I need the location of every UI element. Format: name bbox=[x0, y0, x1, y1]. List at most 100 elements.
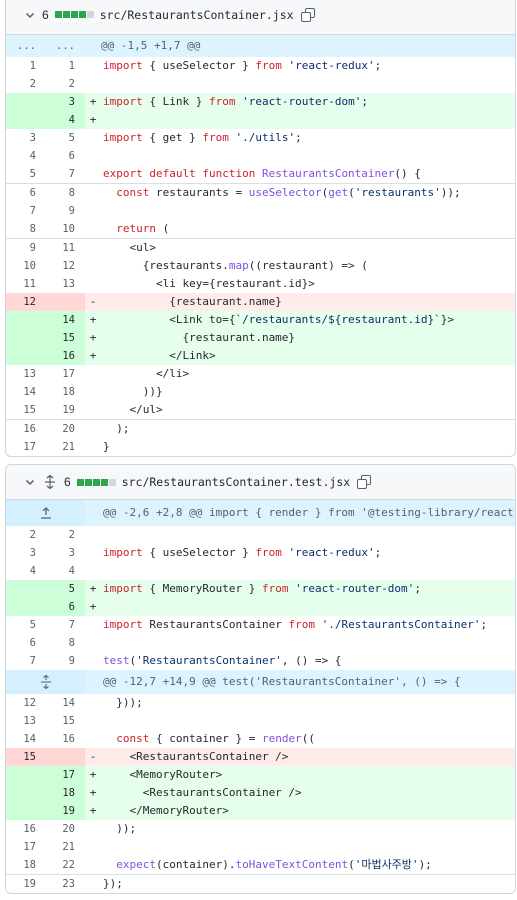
new-line-number[interactable]: 16 bbox=[46, 347, 85, 365]
new-line-number[interactable] bbox=[46, 748, 85, 766]
new-line-number[interactable]: 9 bbox=[46, 202, 85, 220]
new-line-number[interactable]: 4 bbox=[46, 562, 85, 580]
diff-marker bbox=[85, 526, 101, 544]
new-line-number[interactable] bbox=[46, 293, 85, 311]
diff-marker: + bbox=[89, 600, 97, 613]
expand-up-icon[interactable] bbox=[6, 500, 85, 526]
old-line-number[interactable]: 6 bbox=[6, 634, 46, 652]
old-line-number[interactable] bbox=[6, 347, 46, 365]
old-line-number[interactable]: 12 bbox=[6, 694, 46, 712]
old-line-number[interactable] bbox=[6, 311, 46, 329]
old-line-number[interactable] bbox=[6, 598, 46, 616]
old-line-number[interactable]: 4 bbox=[6, 562, 46, 580]
new-line-number[interactable]: 18 bbox=[46, 784, 85, 802]
new-line-number[interactable]: 18 bbox=[46, 383, 85, 401]
old-line-number[interactable]: 5 bbox=[6, 165, 46, 183]
old-line-number[interactable]: 2 bbox=[6, 75, 46, 93]
code-line: import { Link } from 'react-router-dom'; bbox=[103, 95, 368, 108]
copy-icon[interactable] bbox=[356, 474, 372, 490]
chevron-down-icon[interactable] bbox=[22, 474, 38, 490]
old-line-number[interactable]: 7 bbox=[6, 652, 46, 670]
new-line-number[interactable]: 19 bbox=[46, 401, 85, 419]
old-line-number[interactable]: 16 bbox=[6, 420, 46, 438]
new-line-number[interactable]: 22 bbox=[46, 856, 85, 874]
old-line-number[interactable] bbox=[6, 802, 46, 820]
old-line-number[interactable]: 9 bbox=[6, 239, 46, 257]
new-line-number[interactable]: 19 bbox=[46, 802, 85, 820]
new-line-number[interactable]: 12 bbox=[46, 257, 85, 275]
new-line-number[interactable]: 17 bbox=[46, 365, 85, 383]
chevron-down-icon[interactable] bbox=[22, 7, 38, 23]
old-line-number[interactable]: 10 bbox=[6, 257, 46, 275]
old-line-number[interactable]: 3 bbox=[6, 129, 46, 147]
new-line-number[interactable]: 17 bbox=[46, 766, 85, 784]
new-line-number[interactable]: 1 bbox=[46, 57, 85, 75]
old-line-number[interactable]: 12 bbox=[6, 293, 46, 311]
old-line-number[interactable]: 17 bbox=[6, 438, 46, 456]
new-line-number[interactable]: 7 bbox=[46, 616, 85, 634]
expand-all-icon[interactable] bbox=[42, 474, 58, 490]
old-line-number[interactable]: 1 bbox=[6, 57, 46, 75]
old-line-number[interactable]: 16 bbox=[6, 820, 46, 838]
old-line-number[interactable]: 14 bbox=[6, 730, 46, 748]
new-line-number[interactable]: 8 bbox=[46, 184, 85, 202]
new-line-number[interactable]: 6 bbox=[46, 598, 85, 616]
diff-line: 17 + <MemoryRouter> bbox=[6, 766, 515, 784]
old-line-number[interactable]: 5 bbox=[6, 616, 46, 634]
new-line-number[interactable]: 23 bbox=[46, 875, 85, 893]
old-line-number[interactable]: 8 bbox=[6, 220, 46, 238]
new-line-number[interactable]: 20 bbox=[46, 820, 85, 838]
new-line-number[interactable]: 3 bbox=[46, 93, 85, 111]
new-line-number[interactable]: 2 bbox=[46, 75, 85, 93]
old-line-number[interactable]: 6 bbox=[6, 184, 46, 202]
file-name[interactable]: src/RestaurantsContainer.test.jsx bbox=[122, 475, 350, 489]
new-line-number[interactable]: 14 bbox=[46, 311, 85, 329]
expand-both-icon[interactable] bbox=[6, 670, 85, 694]
new-line-number[interactable]: 2 bbox=[46, 526, 85, 544]
old-line-number[interactable]: 7 bbox=[6, 202, 46, 220]
diff-marker bbox=[85, 562, 101, 580]
diff-marker: + bbox=[89, 313, 97, 326]
old-line-number[interactable]: 3 bbox=[6, 544, 46, 562]
old-line-number[interactable]: 15 bbox=[6, 748, 46, 766]
new-line-number[interactable]: 20 bbox=[46, 420, 85, 438]
new-line-number[interactable]: 4 bbox=[46, 111, 85, 129]
old-line-number[interactable]: 15 bbox=[6, 401, 46, 419]
old-line-number[interactable] bbox=[6, 766, 46, 784]
new-line-number[interactable]: 21 bbox=[46, 438, 85, 456]
new-line-number[interactable]: 9 bbox=[46, 652, 85, 670]
new-line-number[interactable]: 7 bbox=[46, 165, 85, 183]
old-line-number[interactable]: 19 bbox=[6, 875, 46, 893]
old-line-number[interactable]: 2 bbox=[6, 526, 46, 544]
new-line-number[interactable]: 3 bbox=[46, 544, 85, 562]
old-line-number[interactable] bbox=[6, 784, 46, 802]
old-line-number[interactable] bbox=[6, 329, 46, 347]
new-line-number[interactable]: 5 bbox=[46, 129, 85, 147]
new-line-number[interactable]: 15 bbox=[46, 329, 85, 347]
old-line-number[interactable]: 13 bbox=[6, 712, 46, 730]
new-line-number[interactable]: 15 bbox=[46, 712, 85, 730]
new-line-number[interactable]: 13 bbox=[46, 275, 85, 293]
new-line-number[interactable]: 21 bbox=[46, 838, 85, 856]
old-line-number[interactable]: 4 bbox=[6, 147, 46, 165]
old-line-number[interactable]: 13 bbox=[6, 365, 46, 383]
copy-icon[interactable] bbox=[300, 7, 316, 23]
new-line-number[interactable]: 5 bbox=[46, 580, 85, 598]
new-line-number[interactable]: 11 bbox=[46, 239, 85, 257]
old-line-number[interactable]: 14 bbox=[6, 383, 46, 401]
new-line-number[interactable]: 6 bbox=[46, 147, 85, 165]
diff-line: 5 7 import RestaurantsContainer from './Re… bbox=[6, 616, 515, 634]
old-line-number[interactable] bbox=[6, 580, 46, 598]
file-name[interactable]: src/RestaurantsContainer.jsx bbox=[100, 8, 294, 22]
old-line-number[interactable]: 11 bbox=[6, 275, 46, 293]
new-line-number[interactable]: 16 bbox=[46, 730, 85, 748]
old-line-number[interactable]: 17 bbox=[6, 838, 46, 856]
old-line-number[interactable] bbox=[6, 93, 46, 111]
new-line-number[interactable]: 14 bbox=[46, 694, 85, 712]
new-line-number[interactable]: 8 bbox=[46, 634, 85, 652]
old-line-number[interactable] bbox=[6, 111, 46, 129]
new-line-number[interactable]: 10 bbox=[46, 220, 85, 238]
diff-marker bbox=[85, 147, 101, 165]
old-line-number[interactable]: 18 bbox=[6, 856, 46, 874]
